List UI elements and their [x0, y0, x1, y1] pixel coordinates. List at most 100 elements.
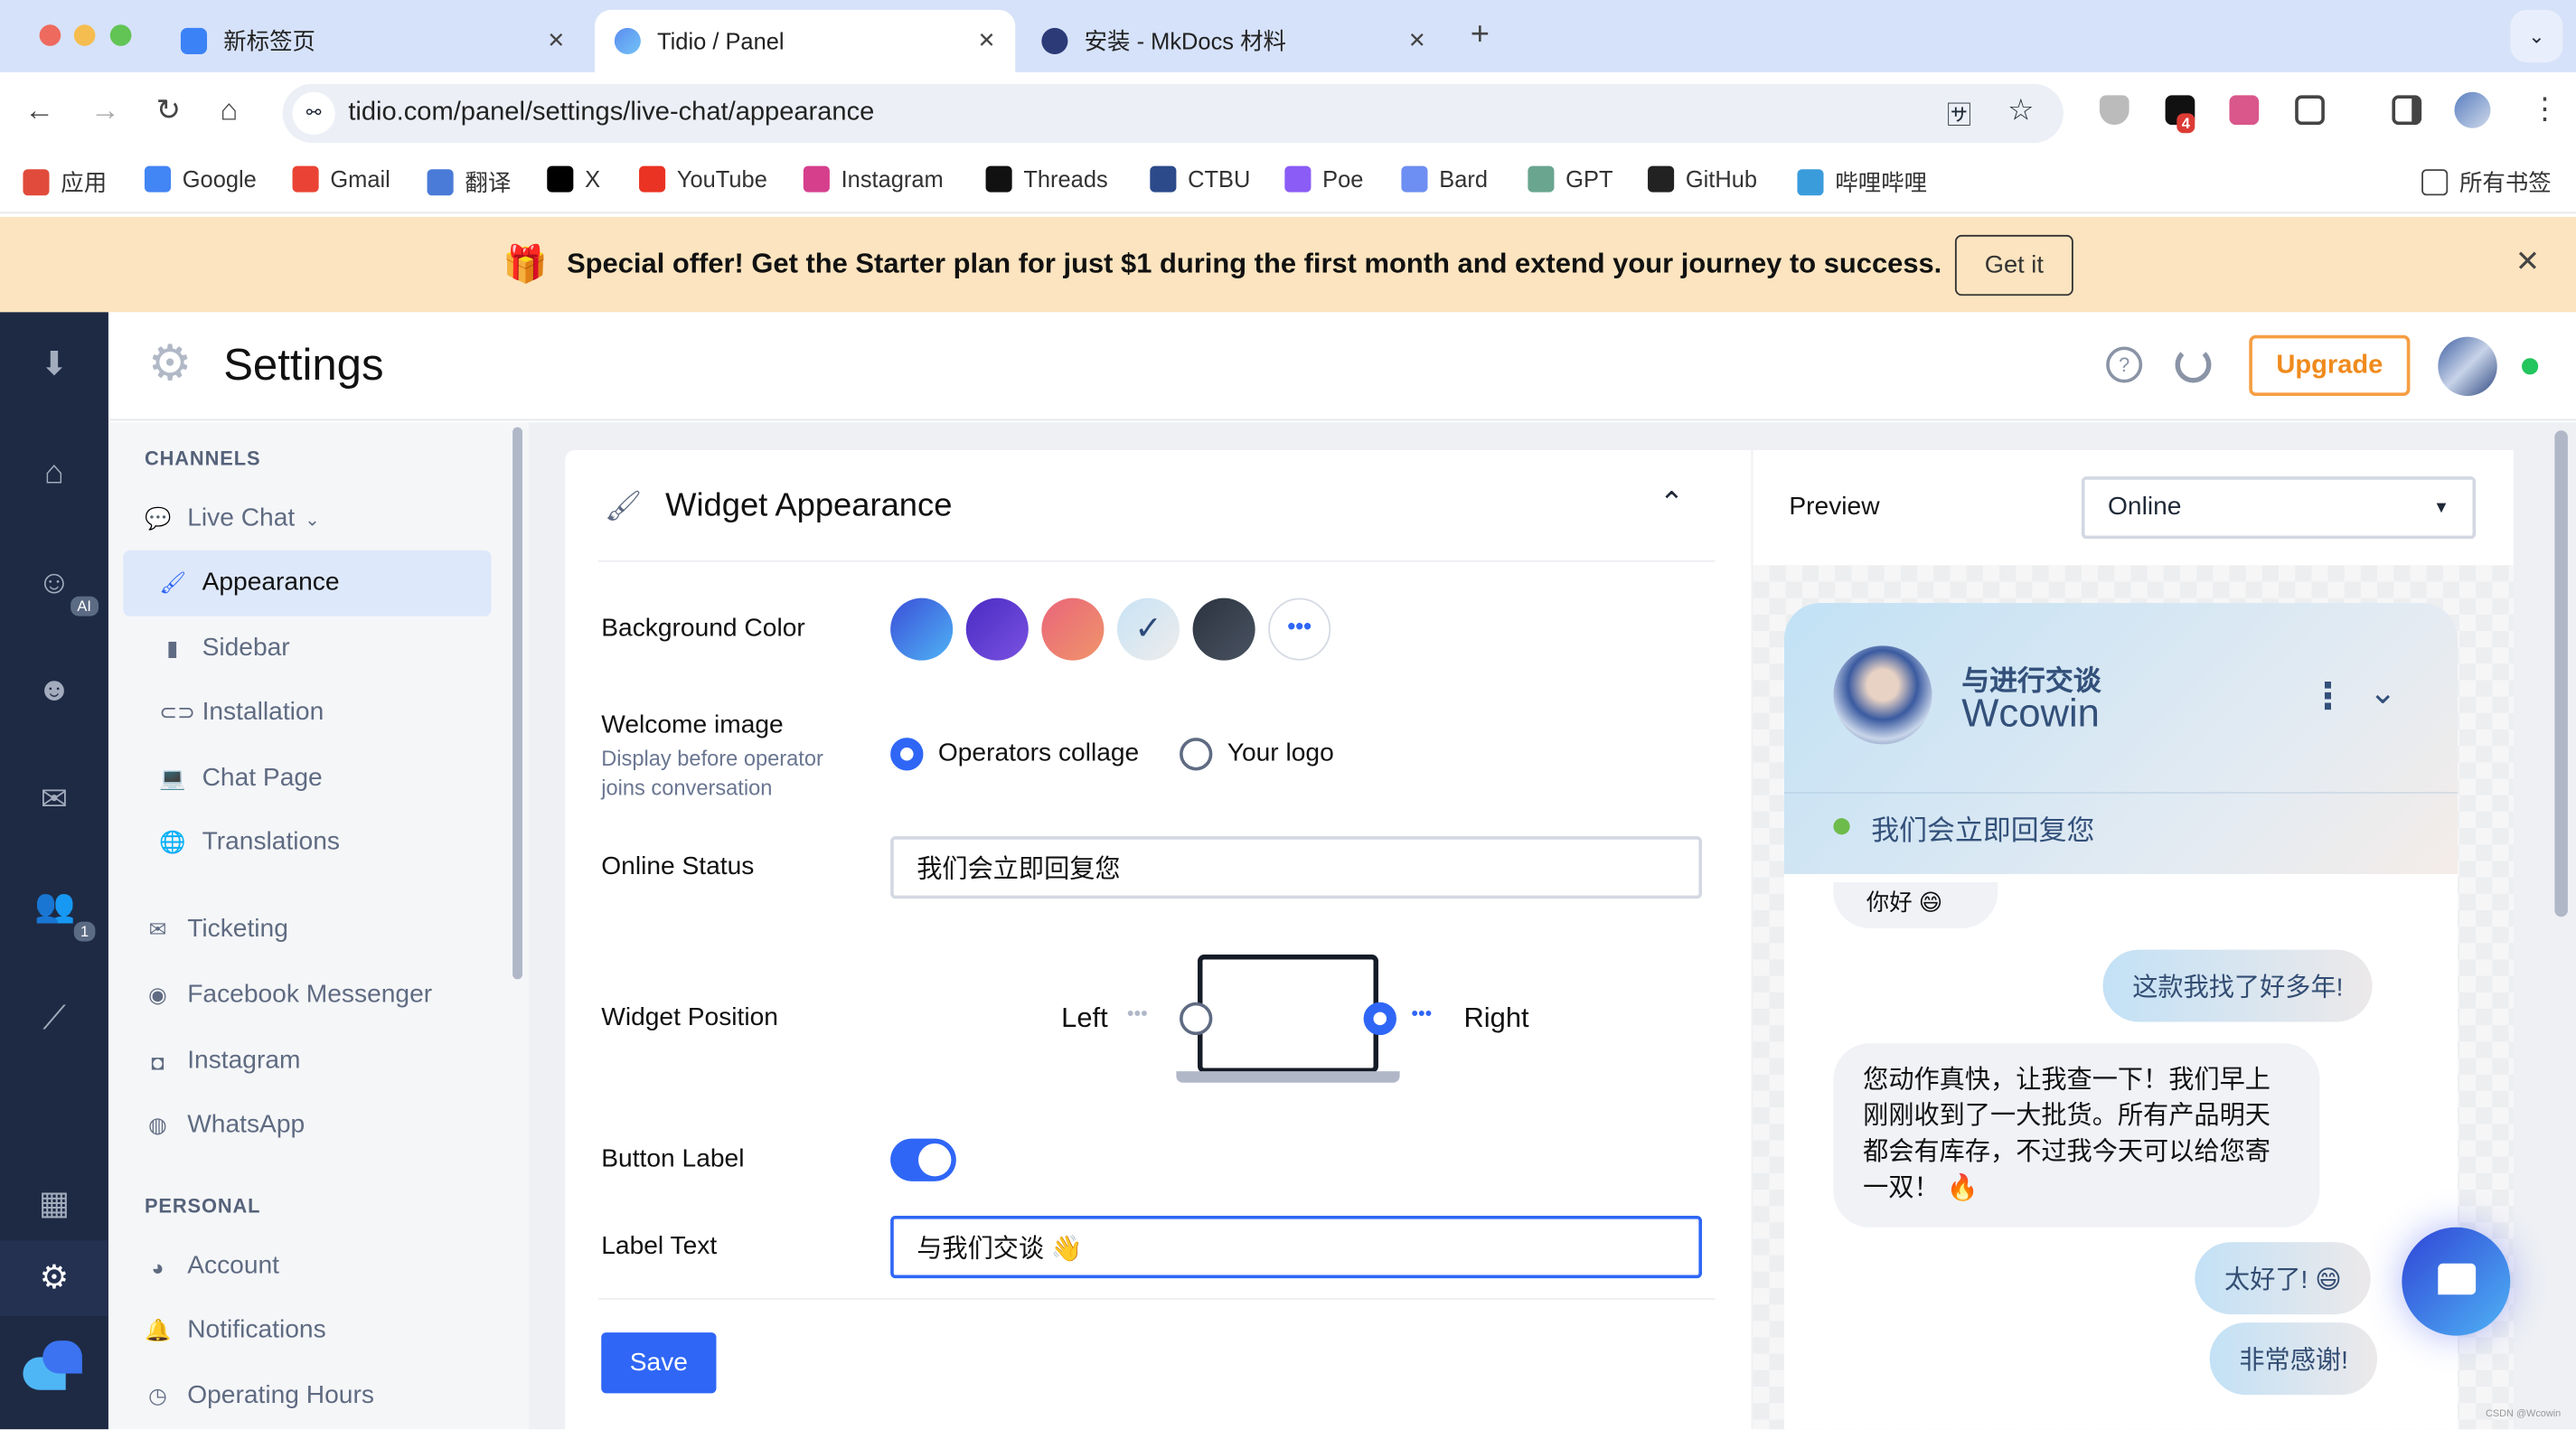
translate-page-icon[interactable]: 🈂	[1947, 97, 1971, 131]
bookmark-bard[interactable]: Bard	[1401, 165, 1488, 193]
bookmark-gmail[interactable]: Gmail	[292, 165, 390, 193]
radio-your-logo[interactable]: Your logo	[1180, 738, 1334, 771]
new-tab-button[interactable]: +	[1471, 16, 1490, 54]
address-bar[interactable]: ⚯ tidio.com/panel/settings/live-chat/app…	[282, 83, 2064, 144]
widget-minimize-chevron-icon[interactable]: ⌄	[2369, 672, 2396, 712]
inbox-icon[interactable]: ⬇	[34, 348, 74, 381]
bookmark-youtube[interactable]: YouTube	[639, 165, 767, 193]
close-tab-icon[interactable]: ✕	[547, 28, 565, 54]
tab-new-tab[interactable]: 新标签页 ✕	[161, 10, 585, 72]
apps-grid-icon[interactable]: ▦	[34, 1188, 74, 1220]
sidebar-item-facebook-messenger[interactable]: ◉ Facebook Messenger	[145, 979, 432, 1011]
radio-operators-collage[interactable]: Operators collage	[890, 738, 1139, 771]
bookmark-ctbu[interactable]: CTBU	[1150, 165, 1250, 193]
position-right-radio[interactable]	[1363, 1002, 1396, 1036]
collapse-chevron-up-icon[interactable]: ⌃	[1659, 486, 1684, 521]
color-swatch-purple[interactable]	[965, 597, 1029, 661]
all-bookmarks[interactable]: 所有书签	[2421, 166, 2552, 199]
sidebar-item-ticketing[interactable]: ✉ Ticketing	[145, 914, 288, 946]
user-avatar[interactable]	[2438, 336, 2497, 397]
bookmark-应用[interactable]: 应用	[23, 166, 107, 199]
tab-search-chevron-icon[interactable]: ⌄	[2510, 9, 2563, 63]
reload-icon[interactable]: ↻	[156, 94, 181, 128]
forward-icon[interactable]: →	[90, 94, 120, 128]
refresh-icon[interactable]	[2175, 346, 2212, 383]
preview-label: Preview	[1789, 493, 1880, 522]
sidebar-item-account[interactable]: ◕ Account	[145, 1250, 279, 1283]
chat-icon	[2438, 1263, 2477, 1295]
sidebar-item-chat-page[interactable]: 💻 Chat Page	[159, 762, 322, 795]
messages-icon[interactable]: ✉	[34, 784, 74, 816]
close-window-button[interactable]	[39, 24, 61, 46]
bookmark-gpt[interactable]: GPT	[1528, 165, 1612, 193]
sidebar-item-installation[interactable]: ⊂⊃ Installation	[159, 697, 324, 729]
bookmark-github[interactable]: GitHub	[1648, 165, 1757, 193]
shield-extension-icon[interactable]	[2099, 95, 2129, 126]
page-scrollbar[interactable]	[2554, 430, 2568, 917]
close-banner-icon[interactable]: ✕	[2515, 245, 2540, 279]
profile-avatar[interactable]	[2454, 91, 2491, 128]
save-button[interactable]: Save	[601, 1332, 717, 1394]
ai-badge: AI	[71, 596, 99, 616]
sidebar-item-notifications[interactable]: 🔔 Notifications	[145, 1314, 326, 1347]
minimize-window-button[interactable]	[73, 24, 96, 46]
sidebar-item-live-chat[interactable]: 💬 Live Chat ⌄	[145, 503, 320, 535]
label-text-input[interactable]: 与我们交谈 👋	[890, 1216, 1703, 1279]
puzzle-extensions-icon[interactable]	[2295, 95, 2325, 126]
bard-icon	[1401, 165, 1428, 193]
close-tab-icon[interactable]: ✕	[1408, 28, 1426, 54]
position-left-radio[interactable]	[1180, 1002, 1213, 1036]
bot-flows-icon[interactable]: ☻	[34, 673, 74, 706]
color-swatch-dark[interactable]	[1192, 597, 1255, 661]
color-swatch-coral[interactable]	[1041, 597, 1105, 661]
color-swatch-light-selected[interactable]: ✓	[1116, 597, 1180, 661]
sidebar-scrollbar[interactable]	[512, 427, 522, 980]
sidebar-item-operating-hours[interactable]: ◷ Operating Hours	[145, 1380, 374, 1413]
ai-bot-icon[interactable]: ☺	[34, 567, 74, 599]
sidebar-item-translations[interactable]: 🌐 Translations	[159, 826, 340, 859]
sidebar-item-appearance[interactable]: 🖌 Appearance	[123, 550, 492, 616]
contacts-icon[interactable]: 👥	[34, 890, 75, 923]
back-icon[interactable]: ←	[24, 94, 54, 128]
more-menu-icon[interactable]: ⋮	[2530, 92, 2560, 127]
sidebar-item-whatsapp[interactable]: ◍ WhatsApp	[145, 1109, 305, 1142]
more-colors-button[interactable]: •••	[1268, 597, 1331, 661]
bookmark-翻译[interactable]: 翻译	[427, 166, 511, 199]
bookmark-poe[interactable]: Poe	[1284, 165, 1363, 193]
online-status-input[interactable]: 我们会立即回复您	[890, 836, 1703, 899]
close-tab-icon[interactable]: ✕	[978, 28, 996, 54]
bookmark-x[interactable]: X	[547, 165, 600, 193]
button-label-toggle[interactable]	[890, 1138, 956, 1181]
instagram-icon	[803, 165, 830, 193]
sidebar-item-sidebar[interactable]: ▮ Sidebar	[159, 633, 289, 665]
site-info-icon[interactable]: ⚯	[292, 91, 335, 136]
chat-launcher-button[interactable]	[2402, 1227, 2511, 1336]
gear-icon: ⚙	[147, 336, 193, 391]
bookmark-instagram[interactable]: Instagram	[803, 165, 944, 193]
widget-header: 与进行交谈 Wcowin ⋮ ⌄ 我们会立即回复您	[1783, 603, 2458, 874]
tab-tidio-panel[interactable]: Tidio / Panel ✕	[594, 9, 1016, 72]
bookmark-哔哩哔哩[interactable]: 哔哩哔哩	[1797, 166, 1927, 199]
bookmark-google[interactable]: Google	[144, 165, 257, 193]
side-panel-icon[interactable]	[2392, 95, 2422, 126]
widget-appearance-card: 🖌 Widget Appearance ⌃ Background Color ✓…	[565, 450, 1752, 1430]
help-icon[interactable]: ?	[2106, 346, 2143, 383]
tidio-logo[interactable]	[23, 1341, 82, 1390]
sidebar-item-instagram[interactable]: ◘ Instagram	[145, 1045, 300, 1077]
home-icon[interactable]: ⌂	[221, 94, 239, 128]
app-rail: ⬇ ⌂ ☺ AI ☻ ✉ 👥 1 ⟋ ▦ ⚙	[0, 312, 108, 1430]
bookmark-star-icon[interactable]: ☆	[2007, 94, 2034, 128]
home-icon[interactable]: ⌂	[34, 456, 74, 489]
translate-extension-icon[interactable]	[2229, 95, 2260, 126]
color-swatch-blue[interactable]	[890, 597, 954, 661]
tab-mkdocs[interactable]: 安装 - MkDocs 材料 ✕	[1022, 10, 1446, 72]
bookmark-threads[interactable]: Threads	[985, 165, 1108, 193]
widget-more-icon[interactable]: ⋮	[2310, 675, 2346, 718]
settings-nav-active[interactable]: ⚙	[0, 1240, 108, 1316]
upgrade-button[interactable]: Upgrade	[2249, 334, 2411, 397]
analytics-icon[interactable]: ⟋	[34, 1002, 74, 1035]
status-select[interactable]: Online ▼	[2081, 476, 2477, 540]
zoom-window-button[interactable]	[109, 24, 132, 46]
get-it-button[interactable]: Get it	[1954, 234, 2073, 296]
dots-right: •••	[1411, 1002, 1433, 1026]
